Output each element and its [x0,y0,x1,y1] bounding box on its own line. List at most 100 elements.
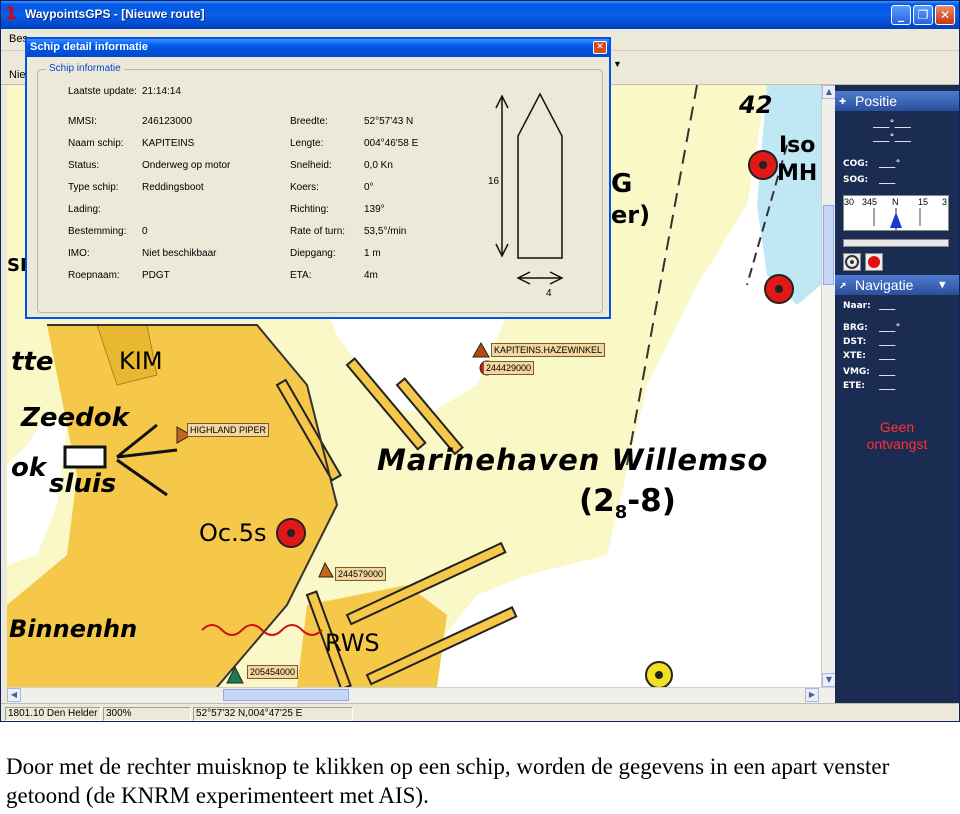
title-bar[interactable]: 1 WaypointsGPS - [Nieuwe route] _ ❐ ✕ [1,1,959,29]
ete-label: ETE: [843,381,866,391]
vmg-label: VMG: [843,367,870,377]
field-value-lengte: 004°46'58 E [364,138,419,149]
scroll-right-icon[interactable]: ▶ [805,688,819,702]
map-label-rws: RWS [325,629,380,657]
ship-label-kapiteins-hazewinkel[interactable]: KAPITEINS.HAZEWINKEL [491,343,606,357]
toolbar-new-button[interactable]: Nie [9,69,26,81]
compass-strip: 30 345 N 15 3 [843,195,949,231]
field-label-type: Type schip: [68,182,119,193]
field-value-imo: Niet beschikbaar [142,248,217,259]
positie-expand-icon: ✚ [839,93,847,107]
ship-label-205454000[interactable]: 205454000 [247,665,299,679]
map-label-marinehaven: Marinehaven Willemso [377,443,769,477]
field-value-koers: 0° [364,182,374,193]
ship-detail-title: Schip detail informatie [30,41,148,53]
status-chart-name: 1801.10 Den Helder [5,707,101,721]
navigatie-header[interactable]: ↗ Navigatie ▼ [835,275,959,295]
field-label-imo: IMO: [68,248,90,259]
ete-value: ___ [879,381,896,391]
ship-info-group-title: Schip informatie [46,63,124,74]
positie-title: Positie [855,93,898,109]
field-value-bestemming: 0 [142,226,148,237]
position-latitude: ___°___ [873,119,911,129]
no-signal-line1: Geen [879,419,915,435]
map-label-depth: (28-8) [579,483,676,524]
ship-detail-dialog: Schip detail informatie ✕ Schip informat… [25,37,611,319]
field-label-lengte: Lengte: [290,138,324,149]
ship-outline-diagram [495,92,564,285]
close-button[interactable]: ✕ [935,5,955,25]
ship-detail-close-button[interactable]: ✕ [593,41,607,54]
status-bar: 1801.10 Den Helder 300% 52°57'32 N,004°4… [1,703,959,721]
status-cursor-position: 52°57'32 N,004°47'25 E [193,707,353,721]
field-label-breedte: Breedte: [290,116,328,127]
xte-label: XTE: [843,351,866,361]
map-label-binnenhn: Binnenhn [9,615,138,643]
field-label-naam: Naam schip: [68,138,124,149]
map-label-42: 42 [739,91,773,119]
field-label-koers: Koers: [290,182,319,193]
toolbar-dropdown-arrow-icon[interactable]: ▼ [613,59,622,69]
app-icon: 1 [5,4,17,24]
signal-bar [843,239,949,247]
minimize-button[interactable]: _ [891,5,911,25]
field-label-snelheid: Snelheid: [290,160,332,171]
navigatie-title: Navigatie [855,277,914,293]
field-value-rate-of-turn: 53,5°/min [364,226,407,237]
map-label-iso: Iso [779,133,816,158]
record-target-button[interactable] [843,253,861,271]
vmg-value: ___ [879,367,896,377]
last-update-label: Laatste update: [68,86,137,97]
field-value-status: Onderweg op motor [142,160,231,171]
map-label-ok: ok [11,453,47,483]
record-icon [868,256,880,268]
no-signal-line2: ontvangst [866,436,928,452]
cog-label: COG: [843,159,869,169]
scroll-left-icon[interactable]: ◀ [7,688,21,702]
horizontal-scrollbar[interactable]: ◀ ▶ [7,687,835,703]
ship-width-label: 4 [546,288,552,299]
ship-label-highland-piper[interactable]: HIGHLAND PIPER [187,423,270,437]
field-label-eta: ETA: [290,270,312,281]
dst-label: DST: [843,337,867,347]
ship-label-244429000[interactable]: 244429000 [483,361,535,375]
sog-label: SOG: [843,175,869,185]
field-label-diepgang: Diepgang: [290,248,336,259]
map-label-oc5s: Oc.5s [199,519,267,547]
field-value-richting: 139° [364,204,385,215]
compass-needle-icon [873,208,921,230]
field-label-rate-of-turn: Rate of turn: [290,226,346,237]
map-label-tte: tte [11,347,54,377]
field-label-richting: Richting: [290,204,329,215]
field-label-mmsi: MMSI: [68,116,97,127]
navigatie-collapse-icon: ▼ [939,278,946,291]
ship-length-label: 16 [488,176,500,187]
scroll-down-icon[interactable]: ▼ [822,673,836,687]
xte-value: ___ [879,351,896,361]
field-label-status: Status: [68,160,100,171]
field-value-snelheid: 0,0 Kn [364,160,393,171]
last-update-value: 21:14:14 [142,86,181,97]
vertical-scrollbar[interactable]: ▲ ▼ [821,85,836,687]
field-value-roepnaam: PDGT [142,270,170,281]
ship-info-group: Schip informatie Laatste update: 21:14:1… [37,63,603,313]
map-label-er: er) [611,201,651,229]
scroll-up-icon[interactable]: ▲ [822,85,836,99]
ship-label-244579000[interactable]: 244579000 [335,567,387,581]
window-title: WaypointsGPS - [Nieuwe route] [25,7,205,21]
brg-value: ___° [879,323,901,333]
horizontal-scroll-thumb[interactable] [223,689,349,701]
ship-detail-titlebar[interactable]: Schip detail informatie ✕ [27,39,609,57]
maximize-button[interactable]: ❐ [913,5,933,25]
naar-label: Naar: [843,301,871,311]
positie-header[interactable]: ✚ Positie [835,91,959,111]
map-label-g: G [611,169,633,199]
app-window: 1 WaypointsGPS - [Nieuwe route] _ ❐ ✕ Be… [0,0,960,722]
cog-value: ___° [879,159,901,169]
record-button[interactable] [865,253,883,271]
vertical-scroll-thumb[interactable] [823,205,834,285]
field-label-lading: Lading: [68,204,101,215]
field-value-naam: KAPITEINS [142,138,195,149]
target-icon [845,255,859,269]
status-zoom: 300% [103,707,191,721]
